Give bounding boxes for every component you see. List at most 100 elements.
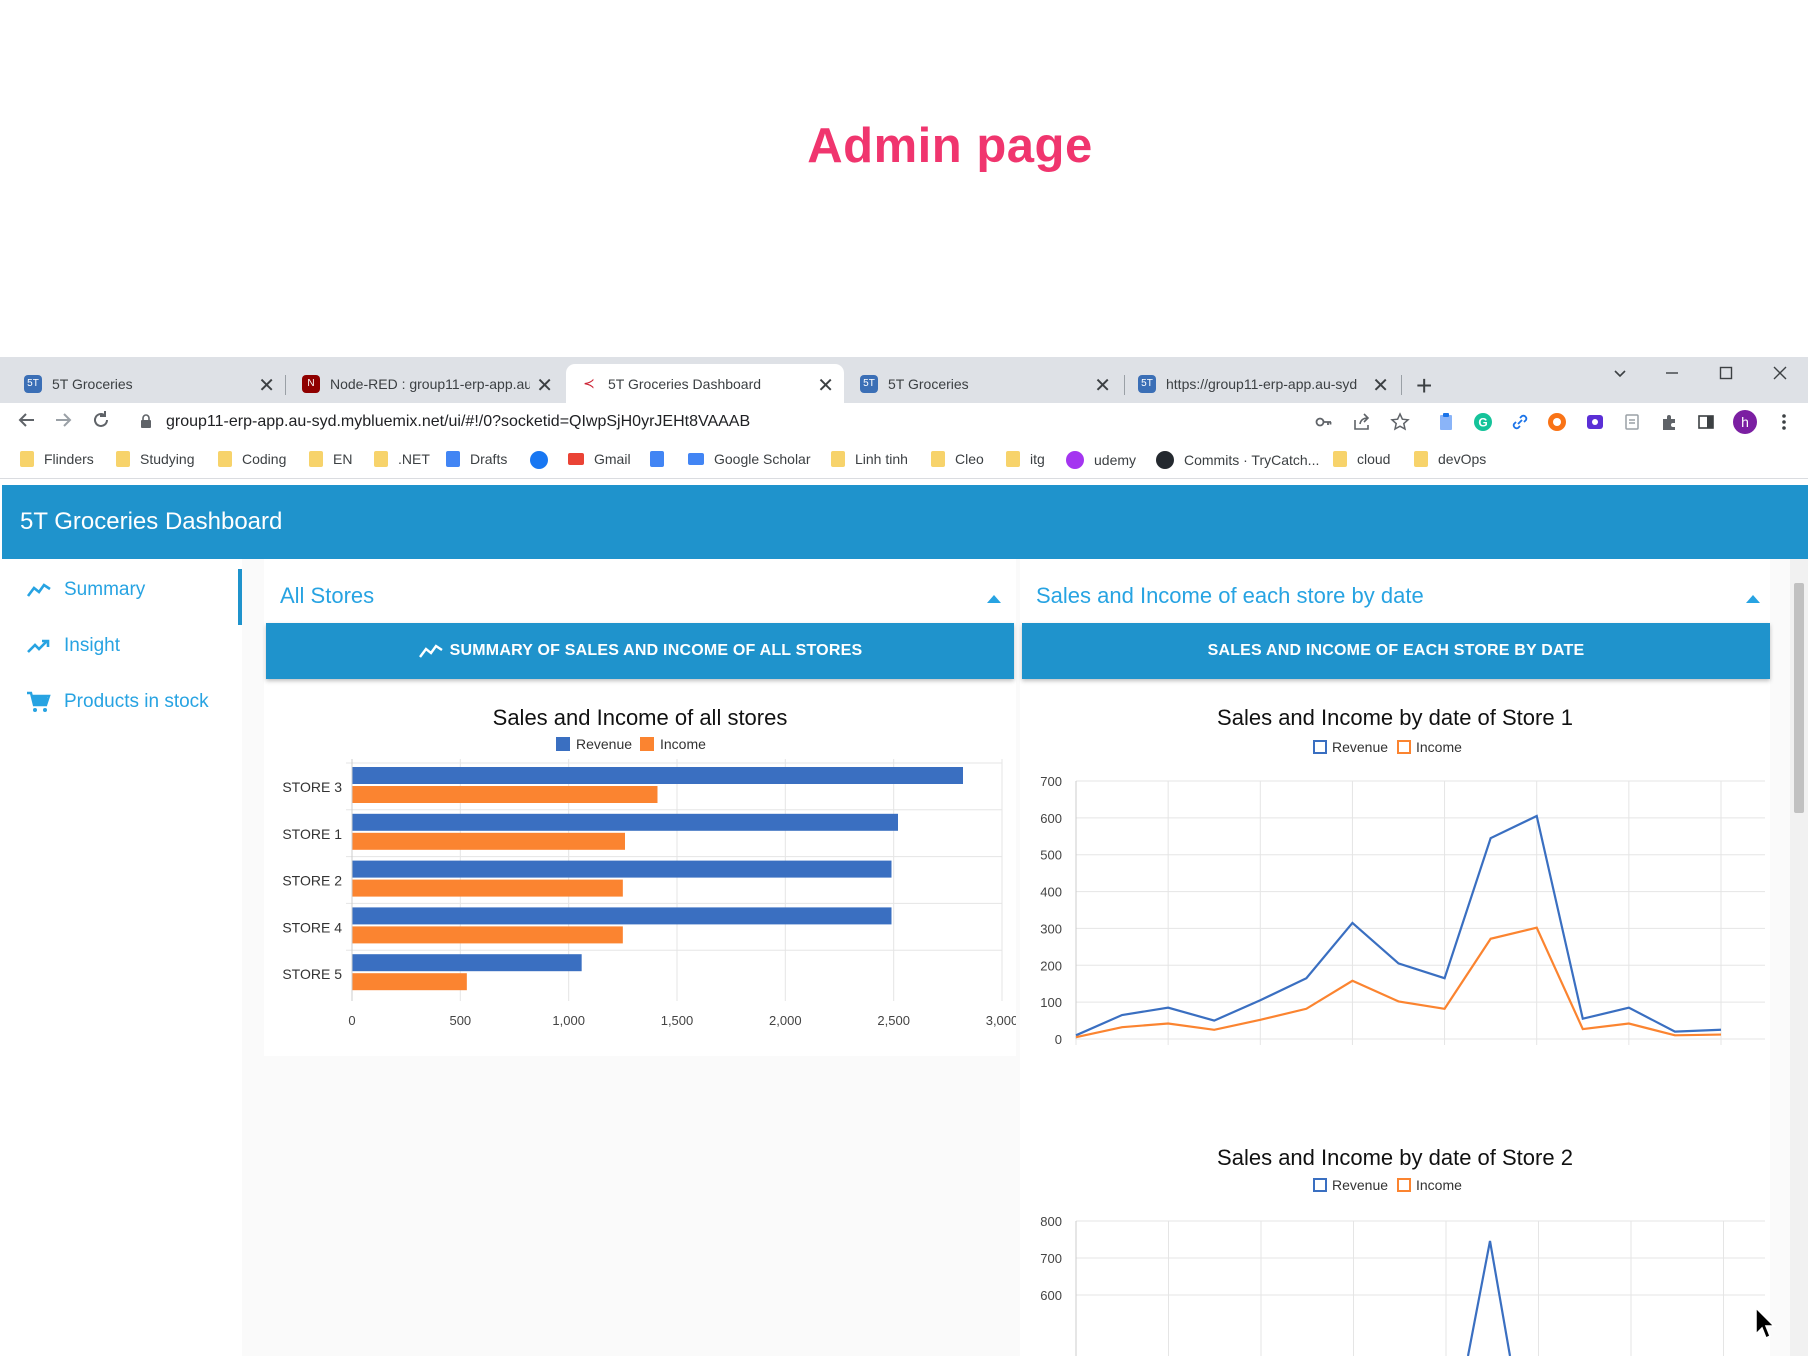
x-tick-label: 1,500 (661, 1013, 694, 1028)
mouse-cursor-icon (1755, 1306, 1776, 1340)
close-tab-icon[interactable]: ✕ (536, 373, 553, 398)
bookmark-linh-tinh[interactable]: Linh tinh (831, 451, 908, 467)
bookmark-devops[interactable]: devOps (1414, 451, 1486, 467)
bar-income (352, 786, 658, 803)
y-tick-label: 400 (1040, 885, 1062, 900)
trending-line-icon (418, 644, 443, 658)
y-tick-label: 600 (1040, 1288, 1062, 1303)
bookmark-udemy[interactable]: udemy (1066, 451, 1136, 469)
back-icon[interactable] (16, 409, 38, 437)
facebook-icon (530, 451, 548, 469)
more-menu-icon[interactable] (1774, 412, 1794, 432)
link-icon[interactable] (1510, 412, 1530, 432)
puzzle-icon[interactable] (1659, 412, 1679, 432)
nav-item-products-in-stock[interactable]: Products in stock (26, 691, 209, 713)
close-tab-icon[interactable]: ✕ (258, 373, 275, 398)
group-title: Sales and Income of each store by date (1036, 583, 1424, 608)
tab-5t-groceries-1[interactable]: 5T 5T Groceries ✕ (10, 364, 285, 403)
forward-icon[interactable] (52, 409, 74, 437)
profile-avatar[interactable]: h (1733, 410, 1757, 434)
bookmark-dotnet[interactable]: .NET (374, 451, 430, 467)
y-tick-label: 600 (1040, 811, 1062, 826)
y-tick-label: 700 (1040, 1251, 1062, 1266)
dashboard-app: 5T Groceries Dashboard Summary Insight P… (2, 485, 1808, 1356)
bookmark-cleo[interactable]: Cleo (931, 451, 984, 467)
star-icon[interactable] (1390, 412, 1410, 432)
new-tab-button[interactable]: + (1416, 370, 1432, 402)
minimize-icon[interactable] (1664, 365, 1680, 386)
bar-income (352, 832, 625, 850)
maximize-icon[interactable] (1718, 365, 1734, 386)
nav-item-insight[interactable]: Insight (26, 635, 120, 657)
bookmark-gmail[interactable]: Gmail (568, 451, 631, 467)
y-tick-label: 200 (1040, 958, 1062, 973)
close-window-icon[interactable] (1772, 365, 1788, 386)
vertical-scrollbar[interactable] (1790, 559, 1808, 1356)
y-category-label: STORE 5 (282, 966, 342, 982)
tab-group11-url[interactable]: 5T https://group11-erp-app.au-syd ✕ (1124, 364, 1399, 403)
url-text: group11-erp-app.au-syd.mybluemix.net/ui/… (166, 413, 751, 430)
y-tick-label: 300 (1040, 921, 1062, 936)
bookmark-cloud[interactable]: cloud (1333, 451, 1390, 467)
udemy-icon (1066, 451, 1084, 469)
folder-icon (374, 451, 388, 467)
side-navigation: Summary Insight Products in stock (2, 559, 242, 1356)
grammarly-icon[interactable]: G (1473, 412, 1493, 432)
docs-icon (446, 451, 460, 467)
bookmark-flinders[interactable]: Flinders (20, 451, 94, 467)
close-tab-icon[interactable]: ✕ (1372, 373, 1389, 398)
side-panel-icon[interactable] (1696, 412, 1716, 432)
bar-revenue (352, 907, 892, 925)
bookmark-itg[interactable]: itg (1006, 451, 1045, 467)
group-title: All Stores (280, 583, 375, 608)
collapse-caret-icon[interactable] (987, 595, 1001, 603)
group-all-stores: All Stores SUMMARY OF SALES AND INCOME O… (264, 559, 1016, 1056)
share-icon[interactable] (1352, 412, 1372, 432)
reader-extension-icon[interactable] (1622, 412, 1642, 432)
legend-swatch (1313, 740, 1327, 754)
bookmark-studying[interactable]: Studying (116, 451, 194, 467)
bookmark-google-scholar[interactable]: Google Scholar (688, 451, 811, 467)
svg-text:G: G (1478, 416, 1487, 430)
sales-by-date-button[interactable]: SALES AND INCOME OF EACH STORE BY DATE (1022, 623, 1770, 679)
orange-extension-icon[interactable] (1547, 412, 1567, 432)
address-bar[interactable]: group11-erp-app.au-syd.mybluemix.net/ui/… (128, 408, 1408, 438)
bookmark-commits[interactable]: Commits · TryCatch... (1156, 451, 1319, 469)
close-tab-icon[interactable]: ✕ (817, 373, 834, 398)
folder-icon (931, 451, 945, 467)
tab-search-icon[interactable] (1612, 365, 1628, 386)
legend-label: Income (1416, 1177, 1462, 1193)
reload-icon[interactable] (90, 409, 112, 437)
legend-swatch (1313, 1178, 1327, 1192)
bookmark-en[interactable]: EN (309, 451, 352, 467)
folder-icon (1333, 451, 1347, 467)
tab-5t-groceries-2[interactable]: 5T 5T Groceries ✕ (846, 364, 1121, 403)
purple-extension-icon[interactable] (1585, 412, 1605, 432)
scrollbar-thumb[interactable] (1794, 583, 1804, 813)
clipboard-extension-icon[interactable] (1436, 412, 1456, 432)
bookmark-drafts[interactable]: Drafts (446, 451, 507, 467)
close-tab-icon[interactable]: ✕ (1094, 373, 1111, 398)
tab-dashboard[interactable]: ≺ 5T Groceries Dashboard ✕ (566, 364, 844, 403)
folder-icon (218, 451, 232, 467)
bookmark-facebook[interactable] (530, 451, 558, 469)
collapse-caret-icon[interactable] (1746, 595, 1760, 603)
nav-item-summary[interactable]: Summary (26, 579, 145, 601)
tab-node-red[interactable]: N Node-RED : group11-erp-app.au ✕ (288, 364, 563, 403)
bookmark-coding[interactable]: Coding (218, 451, 286, 467)
github-icon (1156, 451, 1174, 469)
x-tick-label: 3,000 (986, 1013, 1016, 1028)
app-title: 5T Groceries Dashboard (20, 508, 283, 535)
bookmark-translate[interactable] (650, 451, 674, 467)
summary-all-stores-button[interactable]: SUMMARY OF SALES AND INCOME OF ALL STORE… (266, 623, 1014, 679)
legend-swatch (1397, 1178, 1411, 1192)
browser-toolbar: group11-erp-app.au-syd.mybluemix.net/ui/… (0, 403, 1808, 441)
key-icon[interactable] (1314, 412, 1334, 432)
chart-title: Sales and Income of all stores (492, 705, 788, 730)
legend-label: Revenue (1332, 1177, 1388, 1193)
trending-up-icon (27, 639, 50, 653)
x-tick-label: 500 (449, 1013, 471, 1028)
node-red-favicon-icon: N (302, 374, 320, 393)
gmail-icon (568, 453, 584, 465)
legend-label: Revenue (1332, 739, 1388, 755)
